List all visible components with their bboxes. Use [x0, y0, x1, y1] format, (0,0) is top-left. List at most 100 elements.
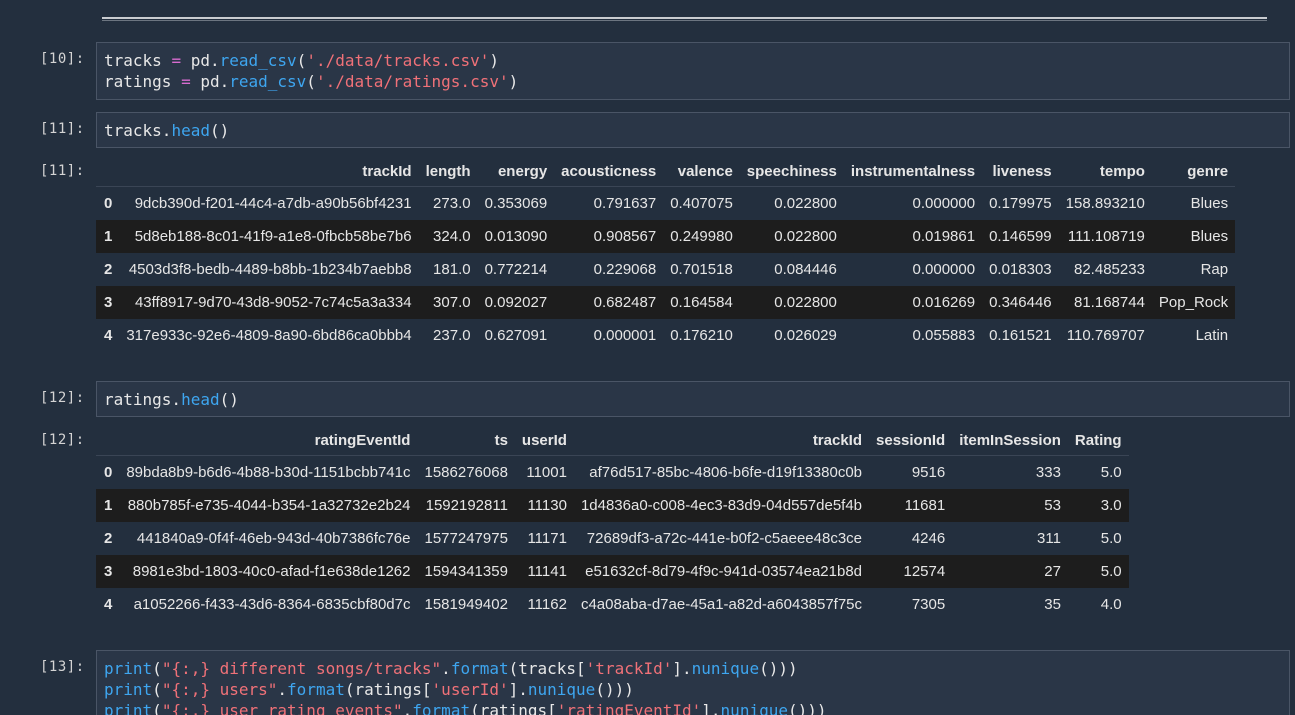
table-cell: 0.908567: [593, 228, 657, 245]
table-cell: 0.407075: [670, 195, 733, 212]
table-row: 2 441840a9-0f4f-46eb-943d-40b7386fc76e 157…: [96, 522, 1129, 555]
divider: [102, 17, 1267, 19]
table-cell: 333: [1035, 464, 1061, 481]
code-token: ): [489, 51, 499, 70]
column-header: ratingEventId: [314, 431, 411, 449]
table-cell: 0.179975: [989, 195, 1052, 212]
column-header: liveness: [992, 162, 1052, 180]
code-line: print("{:,} users".format(ratings['userI…: [97, 679, 1289, 700]
code-cell-11[interactable]: tracks.head(): [96, 112, 1290, 148]
table-cell: 158.893210: [1065, 195, 1145, 212]
table-cell: 12574: [903, 563, 946, 580]
column-header: [96, 156, 119, 187]
table-cell: 0.353069: [484, 195, 548, 212]
table-cell: 1577247975: [424, 530, 508, 547]
column-header: energy: [497, 162, 548, 180]
code-token: 'userId': [431, 680, 509, 699]
table-cell: 82.485233: [1074, 261, 1145, 278]
code-line: ratings.head(): [97, 389, 1289, 410]
table-row: 2 4503d3f8-bedb-4489-b8bb-1b234b7aebb8 181…: [96, 253, 1235, 286]
column-header: [96, 425, 119, 456]
row-index: 0: [104, 464, 113, 481]
table-cell: 0.000000: [912, 261, 976, 278]
table-cell: 11171: [527, 530, 567, 547]
code-token: pd.: [181, 51, 220, 70]
column-header: itemInSession: [959, 431, 1061, 449]
row-index: 2: [104, 530, 113, 547]
table-cell: 81.168744: [1074, 294, 1145, 311]
table-row: 1 5d8eb188-8c01-41f9-a1e8-0fbcb58be7b6 324…: [96, 220, 1236, 253]
table-cell: 0.146599: [989, 228, 1052, 245]
column-header: userId: [521, 431, 567, 449]
tracks-dataframe: trackId length energy acousticness valence sp…: [96, 156, 1236, 352]
code-cell-12[interactable]: ratings.head(): [96, 381, 1290, 417]
table-cell: 1594341359: [424, 563, 508, 580]
table-cell: a1052266-f433-43d6-8364-6835cbf80d7c: [133, 596, 411, 613]
table-cell: 273.0: [433, 195, 471, 212]
code-token: "{:,} different songs/tracks": [161, 659, 442, 678]
output-prompt: [12]:: [40, 432, 85, 448]
code-line: tracks = pd.read_csv('./data/tracks.csv'…: [97, 50, 1289, 71]
table-cell: 0.022800: [774, 294, 837, 311]
code-cell-10[interactable]: tracks = pd.read_csv('./data/tracks.csv'…: [96, 42, 1290, 100]
table-cell: 0.346446: [989, 294, 1052, 311]
code-token: (: [306, 72, 316, 91]
code-token: tracks.: [104, 121, 172, 140]
table-cell: 317e933c-92e6-4809-8a90-6bd86ca0bbb4: [126, 327, 412, 344]
table-row: 4 a1052266-f433-43d6-8364-6835cbf80d7c 158…: [96, 588, 1129, 621]
table-cell: 0.176210: [670, 327, 733, 344]
code-token: nunique: [527, 680, 596, 699]
code-token: tracks: [104, 51, 172, 70]
table-cell: 89bda8b9-b6d6-4b88-b30d-1151bcbb741c: [126, 464, 411, 481]
table-cell: 11001: [526, 464, 567, 481]
row-index: 1: [104, 228, 113, 245]
code-token: (): [209, 121, 230, 140]
table-cell: 0.791637: [593, 195, 657, 212]
code-token: ].: [672, 659, 692, 678]
table-cell: 0.249980: [670, 228, 733, 245]
code-line: print("{:,} user rating events".format(r…: [97, 700, 1289, 715]
row-index: 3: [104, 563, 113, 580]
code-token: ratings: [104, 72, 182, 91]
output-prompt: [11]:: [40, 163, 85, 179]
code-token: 'ratingEventId': [556, 701, 702, 715]
code-token: print: [104, 680, 153, 699]
code-line: print("{:,} different songs/tracks".form…: [97, 658, 1289, 679]
row-index: 2: [104, 261, 113, 278]
code-cell-13[interactable]: print("{:,} different songs/tracks".form…: [96, 650, 1290, 715]
table-cell: 4246: [911, 530, 946, 547]
divider: [102, 20, 1267, 21]
column-header: ts: [494, 431, 508, 449]
code-token: ())): [759, 659, 798, 678]
table-cell: 27: [1044, 563, 1061, 580]
table-row: 0 89bda8b9-b6d6-4b88-b30d-1151bcbb741c 158…: [96, 456, 1129, 490]
table-cell: 5.0: [1100, 464, 1122, 481]
table-cell: 35: [1044, 596, 1061, 613]
column-header: length: [425, 162, 471, 180]
table-cell: Pop_Rock: [1158, 294, 1229, 311]
code-token: ].: [701, 701, 721, 715]
code-token: './data/ratings.csv': [315, 72, 509, 91]
table-cell: 0.000000: [912, 195, 976, 212]
table-cell: 0.026029: [774, 327, 837, 344]
table-cell: 1581949402: [424, 596, 508, 613]
table-cell: 5.0: [1100, 563, 1122, 580]
column-header: acousticness: [561, 162, 657, 180]
table-cell: 53: [1044, 497, 1061, 514]
table-cell: 0.000001: [593, 327, 657, 344]
column-header: speechiness: [746, 162, 837, 180]
table-cell: 1586276068: [424, 464, 508, 481]
row-index: 4: [104, 596, 113, 613]
column-header: tempo: [1099, 162, 1145, 180]
code-token: ratings.: [104, 390, 182, 409]
table-cell: 880b785f-e735-4044-b354-1a32732e2b24: [127, 497, 411, 514]
table-cell: 0.092027: [484, 294, 548, 311]
table-cell: Rap: [1200, 261, 1229, 278]
code-token: (ratings[: [470, 701, 557, 715]
table-cell: 0.161521: [989, 327, 1052, 344]
code-token: format: [450, 659, 509, 678]
table-row: 1 880b785f-e735-4044-b354-1a32732e2b24 159…: [96, 489, 1129, 522]
code-token: './data/tracks.csv': [306, 51, 490, 70]
code-token: (): [219, 390, 239, 409]
table-cell: 0.016269: [912, 294, 976, 311]
